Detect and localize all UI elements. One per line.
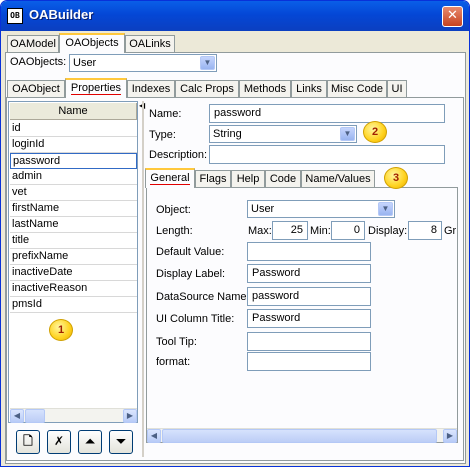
delete-icon: ✗	[53, 434, 65, 448]
scroll-left-icon[interactable]: ◀	[147, 429, 161, 443]
display-label-label: Display Label:	[156, 268, 226, 280]
tab-oamodel[interactable]: OAModel	[7, 35, 59, 53]
tab-links[interactable]: Links	[291, 80, 327, 98]
name-field[interactable]: password	[209, 104, 445, 123]
tab-misc-code[interactable]: Misc Code	[327, 80, 387, 98]
move-up-icon: ⏶	[85, 434, 95, 448]
tab-methods[interactable]: Methods	[239, 80, 291, 98]
ui-column-title-field[interactable]: Password	[247, 309, 371, 328]
list-item[interactable]: loginId	[10, 137, 137, 153]
tab-name-values[interactable]: Name/Values	[301, 170, 375, 188]
format-field[interactable]	[247, 352, 371, 371]
new-page-icon: 🗋	[23, 434, 33, 448]
tab-flags[interactable]: Flags	[195, 170, 231, 188]
list-item[interactable]: id	[10, 121, 137, 137]
chevron-down-icon[interactable]: ▼	[378, 202, 393, 216]
tab-oaobjects[interactable]: OAObjects	[59, 33, 125, 53]
column-header-name[interactable]: Name	[10, 103, 137, 120]
format-label: format:	[156, 356, 191, 368]
object-select[interactable]: User ▼	[247, 200, 395, 218]
datasource-name-field[interactable]: password	[247, 287, 371, 306]
scroll-thumb[interactable]	[162, 429, 437, 443]
main-window: OB OABuilder ✕ OAModel OAObjects OALinks…	[0, 0, 470, 467]
tab-indexes[interactable]: Indexes	[127, 80, 175, 98]
tool-tip-field[interactable]	[247, 332, 371, 351]
min-label: Min:	[310, 225, 331, 237]
max-length-field[interactable]: 25	[272, 221, 308, 240]
list-item[interactable]: firstName	[10, 201, 137, 217]
object-selector-label: OAObjects:	[10, 56, 67, 68]
max-label: Max:	[248, 225, 272, 237]
tab-calc-props[interactable]: Calc Props	[175, 80, 239, 98]
move-down-icon: ⏷	[116, 434, 126, 448]
move-down-button[interactable]: ⏷	[109, 430, 133, 454]
list-item[interactable]: title	[10, 233, 137, 249]
close-button[interactable]: ✕	[442, 6, 463, 27]
chevron-down-icon[interactable]: ▼	[340, 127, 355, 141]
window-title: OABuilder	[29, 7, 94, 22]
list-item[interactable]: admin	[10, 169, 137, 185]
default-value-label: Default Value:	[156, 246, 225, 258]
callout-badge-1: 1	[49, 319, 73, 341]
list-item[interactable]: vet	[10, 185, 137, 201]
display-length-field[interactable]: 8	[408, 221, 442, 240]
tab-general[interactable]: General	[145, 168, 195, 188]
scroll-thumb[interactable]	[25, 409, 45, 423]
title-bar: OB OABuilder ✕	[1, 1, 469, 31]
chevron-down-icon[interactable]: ▼	[200, 56, 215, 70]
app-icon: OB	[7, 8, 23, 24]
list-item[interactable]: lastName	[10, 217, 137, 233]
delete-property-button[interactable]: ✗	[47, 430, 71, 454]
list-item-selected[interactable]: password	[10, 153, 137, 169]
new-property-button[interactable]: 🗋	[16, 430, 40, 454]
tool-tip-label: Tool Tip:	[156, 336, 197, 348]
tab-ui[interactable]: UI	[387, 80, 407, 98]
tab-oalinks[interactable]: OALinks	[125, 35, 175, 53]
display-length-label: Display:	[368, 225, 408, 237]
description-label: Description:	[149, 149, 208, 161]
type-label: Type:	[149, 129, 176, 141]
move-up-button[interactable]: ⏶	[78, 430, 102, 454]
horizontal-scrollbar[interactable]: ◀ ▶	[10, 408, 137, 423]
object-label: Object:	[156, 204, 191, 216]
ui-column-title-label: UI Column Title:	[156, 313, 235, 325]
list-item[interactable]: inactiveDate	[10, 265, 137, 281]
scroll-right-icon[interactable]: ▶	[443, 429, 457, 443]
length-label: Length:	[156, 225, 193, 237]
tab-help[interactable]: Help	[231, 170, 265, 188]
list-item[interactable]: pmsId	[10, 297, 137, 313]
default-value-field[interactable]	[247, 242, 371, 261]
list-item[interactable]: inactiveReason	[10, 281, 137, 297]
tab-code[interactable]: Code	[265, 170, 301, 188]
type-select[interactable]: String ▼	[209, 125, 357, 143]
name-label: Name:	[149, 108, 182, 120]
min-length-field[interactable]: 0	[331, 221, 365, 240]
tab-properties[interactable]: Properties	[65, 78, 127, 98]
gr-label: Gr	[444, 225, 457, 237]
description-field[interactable]	[209, 145, 445, 164]
callout-badge-3: 3	[384, 167, 408, 189]
splitter[interactable]	[142, 101, 144, 457]
tab-oaobject[interactable]: OAObject	[7, 80, 65, 98]
scroll-left-icon[interactable]: ◀	[10, 409, 24, 423]
display-label-field[interactable]: Password	[247, 264, 371, 283]
general-horizontal-scrollbar[interactable]: ◀ ▶	[147, 428, 457, 443]
callout-badge-2: 2	[363, 121, 387, 143]
datasource-name-label: DataSource Name:	[156, 291, 250, 303]
object-selector[interactable]: User ▼	[69, 54, 217, 72]
list-item[interactable]: prefixName	[10, 249, 137, 265]
scroll-right-icon[interactable]: ▶	[123, 409, 137, 423]
properties-list[interactable]: Name id loginId password admin vet first…	[8, 101, 138, 423]
